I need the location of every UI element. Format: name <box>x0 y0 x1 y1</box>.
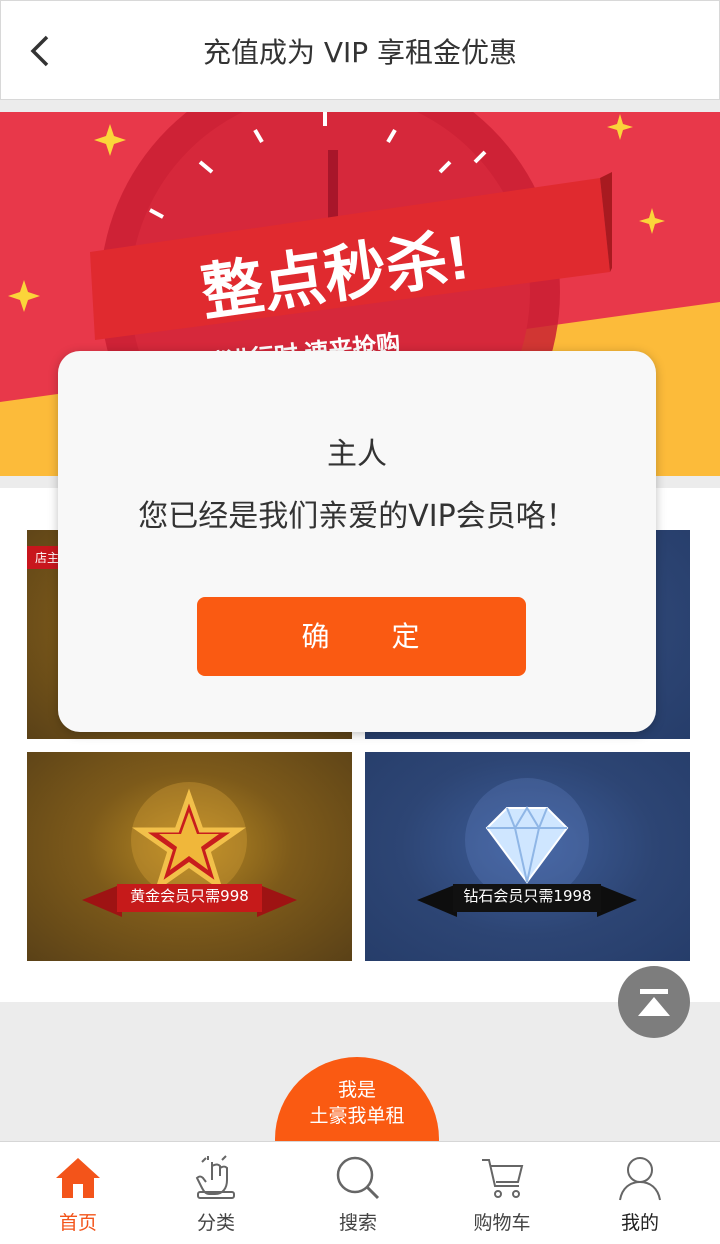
dialog-title: 主人 <box>327 437 387 472</box>
vip-dialog: 主人 您已经是我们亲爱的VIP会员咯！ 确 定 <box>58 351 656 732</box>
dialog-message: 您已经是我们亲爱的VIP会员咯！ <box>138 499 576 534</box>
modal-overlay: 主人 您已经是我们亲爱的VIP会员咯！ 确 定 <box>0 0 720 1244</box>
confirm-button[interactable]: 确 定 <box>197 597 526 676</box>
